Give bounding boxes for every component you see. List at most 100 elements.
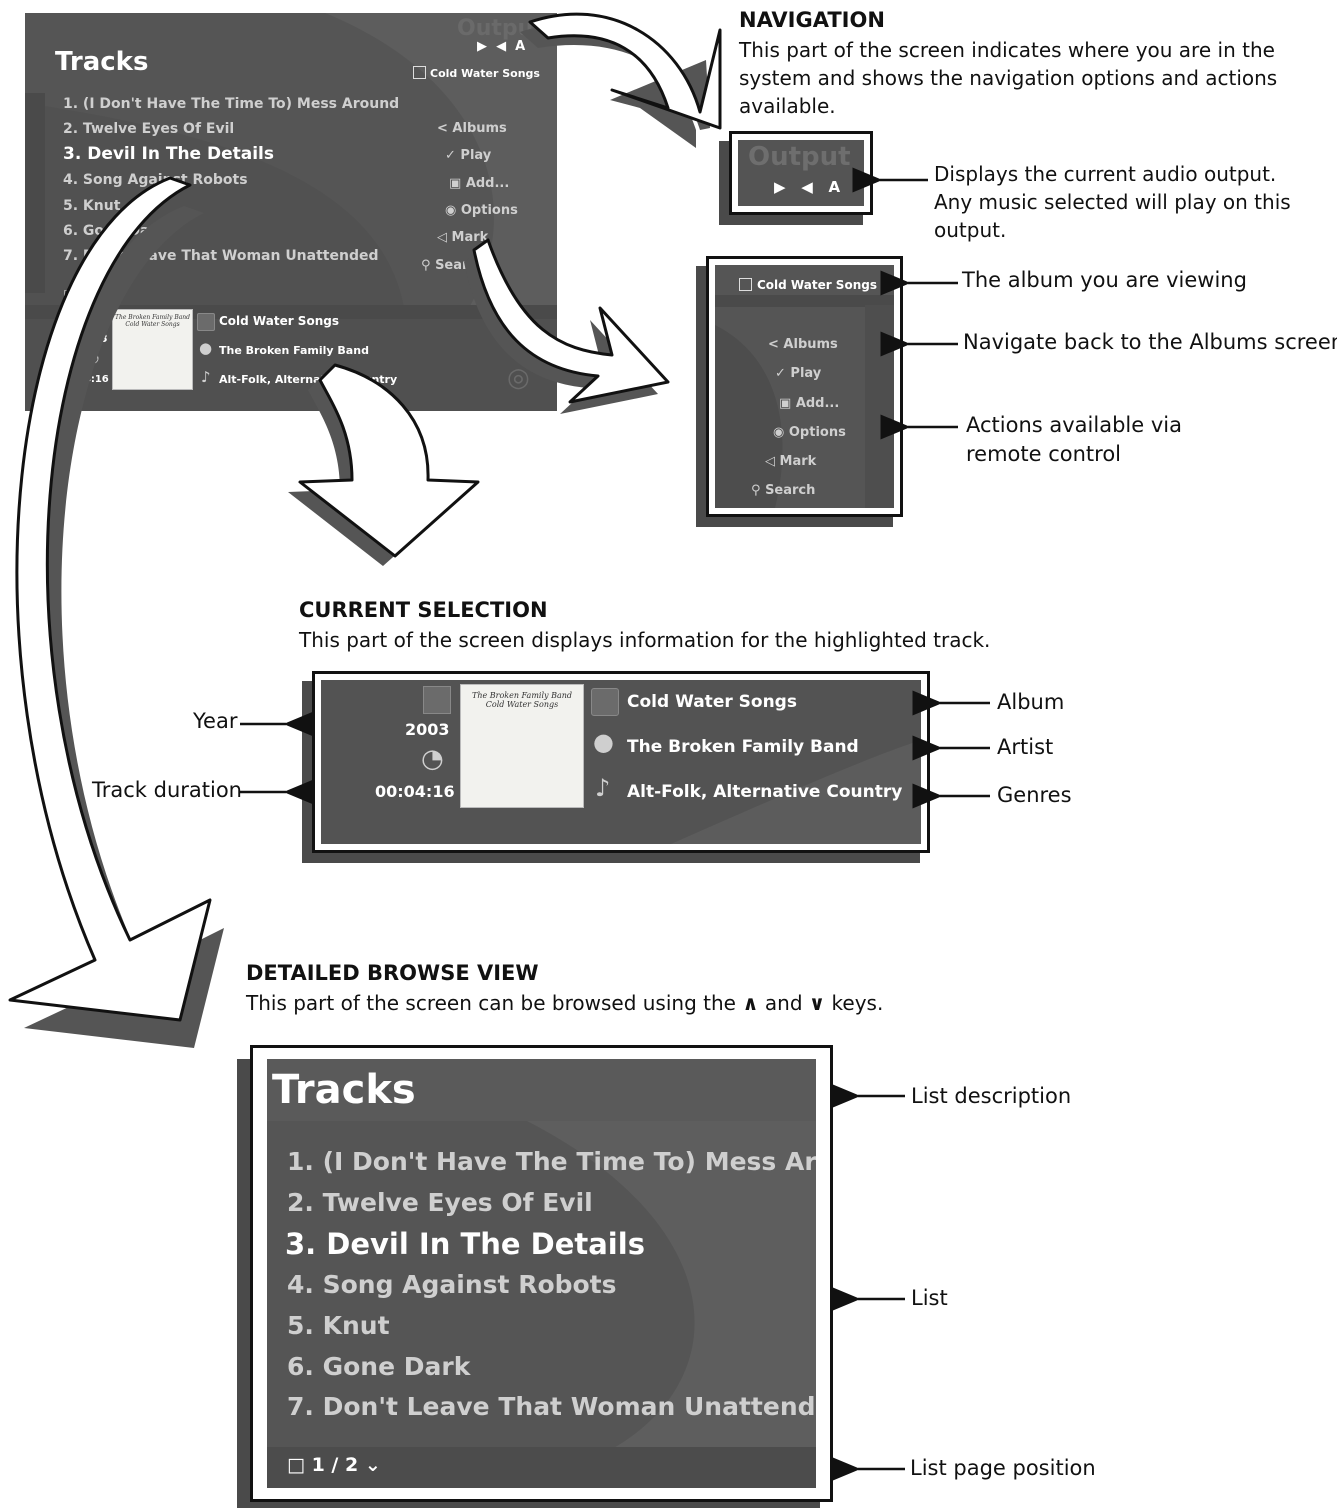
page-icon: □ bbox=[287, 1454, 312, 1476]
nav-add[interactable]: ▣ Add... bbox=[449, 176, 509, 191]
browse-heading: DETAILED BROWSE VIEW bbox=[246, 961, 539, 985]
output-description: Displays the current audio output. Any m… bbox=[934, 162, 1291, 242]
year-value: 2003 bbox=[77, 332, 108, 345]
nav-crop-search[interactable]: ⚲ Search bbox=[751, 483, 815, 498]
mark-icon: ◁ bbox=[437, 230, 452, 245]
cs-year-icon bbox=[423, 686, 451, 714]
list-edge bbox=[25, 93, 45, 293]
cs-year: 2003 bbox=[405, 720, 450, 739]
track-7[interactable]: 7. Don't Leave That Woman Unattended bbox=[63, 248, 379, 264]
genres-label: Genres bbox=[997, 783, 1072, 807]
cs-artist: The Broken Family Band bbox=[627, 737, 859, 757]
cs-duration: 00:04:16 bbox=[375, 782, 455, 801]
navigation-heading: NAVIGATION bbox=[739, 8, 885, 32]
output-crop-label: Output bbox=[748, 142, 851, 172]
check-icon: ✓ bbox=[445, 148, 461, 163]
album-icon bbox=[413, 66, 426, 79]
artist-icon: ● bbox=[199, 339, 213, 357]
nav-crop-options[interactable]: ◉ Options bbox=[773, 425, 846, 440]
cs-genres: Alt-Folk, Alternative Country bbox=[627, 782, 903, 802]
up-key-icon: ∧ bbox=[742, 991, 759, 1015]
browse-page-position[interactable]: □ 1 / 2 ⌄ bbox=[287, 1454, 381, 1476]
search-icon: ⚲ bbox=[421, 258, 436, 273]
output-crop-indicators: ▶ ◀ A bbox=[774, 178, 841, 196]
track-2[interactable]: 2. Twelve Eyes Of Evil bbox=[63, 121, 234, 137]
browse-track-1[interactable]: 1. (I Don't Have The Time To) Mess Aroun… bbox=[287, 1147, 816, 1176]
year-icon bbox=[87, 311, 105, 329]
cs-duration-icon: ◔ bbox=[421, 744, 444, 774]
page-position[interactable]: □ 1 / 2 ⌄ bbox=[63, 287, 122, 301]
track-1[interactable]: 1. (I Don't Have The Time To) Mess Aroun… bbox=[63, 96, 399, 112]
navigation-text: This part of the screen indicates where … bbox=[739, 38, 1278, 118]
main-screen: Output ▶ ◀ A Tracks Cold Water Songs 1. … bbox=[25, 13, 557, 411]
page-icon: □ bbox=[63, 287, 79, 301]
chevron-down-icon: ⌄ bbox=[364, 1454, 381, 1476]
list-page-position-label: List page position bbox=[910, 1456, 1096, 1480]
nav-mark[interactable]: ◁ Mark bbox=[437, 230, 488, 245]
nav-crop-add[interactable]: ▣ Add... bbox=[779, 396, 839, 411]
browse-crop: Tracks 1. (I Don't Have The Time To) Mes… bbox=[267, 1059, 816, 1488]
current-genres: Alt-Folk, Alternative Country bbox=[219, 373, 398, 386]
track-6[interactable]: 6. Gone Dark bbox=[63, 223, 166, 239]
speaker-icon: ◀ bbox=[496, 39, 507, 54]
current-selection-heading: CURRENT SELECTION bbox=[299, 598, 548, 622]
album-label: Album bbox=[997, 690, 1065, 714]
current-album: Cold Water Songs bbox=[219, 314, 339, 328]
album-disc-icon bbox=[197, 313, 215, 331]
album-viewing-label: The album you are viewing bbox=[962, 268, 1247, 292]
cs-album: Cold Water Songs bbox=[627, 692, 797, 712]
nav-crop-frame: Cold Water Songs < Albums ✓ Play ▣ Add..… bbox=[706, 256, 903, 517]
nav-search[interactable]: ⚲ Search bbox=[421, 258, 485, 273]
browse-track-5[interactable]: 5. Knut bbox=[287, 1311, 390, 1340]
browse-text: This part of the screen can be browsed u… bbox=[246, 991, 884, 1015]
nav-play[interactable]: ✓ Play bbox=[445, 148, 491, 163]
nav-crop: Cold Water Songs < Albums ✓ Play ▣ Add..… bbox=[715, 265, 894, 508]
duration-icon: ◔ bbox=[87, 350, 100, 366]
current-selection-text: This part of the screen displays informa… bbox=[299, 628, 991, 652]
nav-options[interactable]: ◉ Options bbox=[445, 203, 518, 218]
add-icon: ▣ bbox=[449, 176, 466, 191]
genre-icon: ♪ bbox=[201, 368, 211, 386]
track-4[interactable]: 4. Song Against Robots bbox=[63, 172, 248, 188]
nav-crop-mark[interactable]: ◁ Mark bbox=[765, 454, 816, 469]
play-indicator-icon: ▶ bbox=[477, 39, 487, 54]
nav-albums[interactable]: < Albums bbox=[437, 121, 507, 136]
nav-crop-album: Cold Water Songs bbox=[739, 278, 877, 292]
logo-icon: ◎ bbox=[507, 363, 530, 393]
album-art: The Broken Family Band Cold Water Songs bbox=[112, 309, 193, 390]
cs-artist-icon: ● bbox=[593, 728, 614, 756]
output-crop-frame: Output ▶ ◀ A bbox=[729, 131, 873, 215]
navigate-back-label: Navigate back to the Albums screen bbox=[963, 330, 1337, 354]
nav-crop-play[interactable]: ✓ Play bbox=[775, 366, 821, 381]
output-crop: Output ▶ ◀ A bbox=[738, 140, 864, 206]
browse-track-7[interactable]: 7. Don't Leave That Woman Unattended bbox=[287, 1392, 816, 1421]
output-letter: A bbox=[515, 39, 526, 54]
browse-frame: Tracks 1. (I Don't Have The Time To) Mes… bbox=[250, 1045, 833, 1502]
down-key-icon: ∨ bbox=[808, 991, 826, 1015]
cs-genre-icon: ♪ bbox=[595, 774, 611, 802]
options-icon: ◉ bbox=[445, 203, 461, 218]
page-title: Tracks bbox=[55, 47, 149, 77]
cs-album-icon bbox=[591, 688, 619, 716]
browse-track-3-selected[interactable]: 3. Devil In The Details bbox=[285, 1227, 645, 1261]
list-label: List bbox=[911, 1286, 948, 1310]
nav-crop-albums[interactable]: < Albums bbox=[768, 337, 838, 352]
current-artist: The Broken Family Band bbox=[219, 344, 369, 357]
track-3-selected[interactable]: 3. Devil In The Details bbox=[63, 144, 274, 164]
track-5[interactable]: 5. Knut bbox=[63, 198, 120, 214]
list-description-label: List description bbox=[911, 1084, 1072, 1108]
browse-track-6[interactable]: 6. Gone Dark bbox=[287, 1352, 470, 1381]
output-indicators: ▶ ◀ A bbox=[477, 39, 525, 54]
output-label: Output bbox=[457, 16, 544, 41]
duration-value: 00:04:16 bbox=[59, 374, 109, 385]
chevron-down-icon: ⌄ bbox=[112, 287, 123, 301]
cs-album-art: The Broken Family Band Cold Water Songs bbox=[460, 684, 584, 808]
browse-track-2[interactable]: 2. Twelve Eyes Of Evil bbox=[287, 1188, 593, 1217]
actions-label: Actions available via remote control bbox=[966, 413, 1182, 466]
browse-track-4[interactable]: 4. Song Against Robots bbox=[287, 1270, 617, 1299]
album-breadcrumb: Cold Water Songs bbox=[413, 66, 540, 80]
browse-title: Tracks bbox=[272, 1067, 416, 1113]
year-label: Year bbox=[193, 709, 238, 733]
track-duration-label: Track duration bbox=[92, 778, 242, 802]
current-selection-frame: 2003 ◔ 00:04:16 The Broken Family Band C… bbox=[312, 671, 930, 853]
